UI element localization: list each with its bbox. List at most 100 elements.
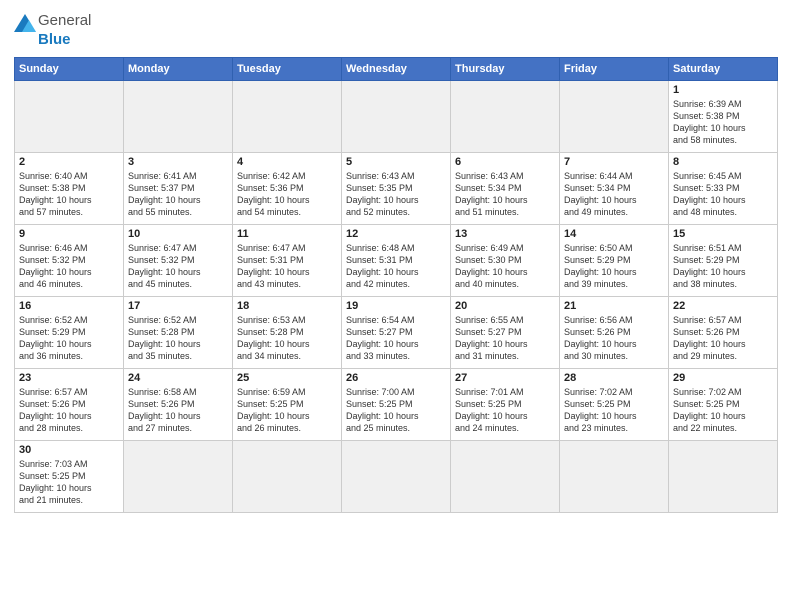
day-cell: 5 Sunrise: 6:43 AM Sunset: 5:35 PM Daylig… xyxy=(342,152,451,224)
day-cell: 16Sunrise: 6:52 AM Sunset: 5:29 PM Dayli… xyxy=(15,296,124,368)
day-info: Sunrise: 7:02 AM Sunset: 5:25 PM Dayligh… xyxy=(673,386,773,435)
day-cell: 2 Sunrise: 6:40 AM Sunset: 5:38 PM Daylig… xyxy=(15,152,124,224)
day-info: Sunrise: 6:42 AM Sunset: 5:36 PM Dayligh… xyxy=(237,170,337,219)
weekday-friday: Friday xyxy=(560,57,669,80)
day-info: Sunrise: 6:39 AM Sunset: 5:38 PM Dayligh… xyxy=(673,98,773,147)
day-number: 1 xyxy=(673,84,773,96)
day-cell: 30Sunrise: 7:03 AM Sunset: 5:25 PM Dayli… xyxy=(15,440,124,512)
header: General Blue xyxy=(14,10,778,49)
day-cell xyxy=(560,80,669,152)
week-row-0: 1 Sunrise: 6:39 AM Sunset: 5:38 PM Daylig… xyxy=(15,80,778,152)
day-cell xyxy=(124,440,233,512)
day-number: 14 xyxy=(564,228,664,240)
day-number: 29 xyxy=(673,372,773,384)
day-cell xyxy=(451,80,560,152)
day-info: Sunrise: 6:47 AM Sunset: 5:32 PM Dayligh… xyxy=(128,242,228,291)
day-number: 19 xyxy=(346,300,446,312)
day-info: Sunrise: 6:47 AM Sunset: 5:31 PM Dayligh… xyxy=(237,242,337,291)
day-cell: 1 Sunrise: 6:39 AM Sunset: 5:38 PM Daylig… xyxy=(669,80,778,152)
day-info: Sunrise: 6:49 AM Sunset: 5:30 PM Dayligh… xyxy=(455,242,555,291)
week-row-3: 16Sunrise: 6:52 AM Sunset: 5:29 PM Dayli… xyxy=(15,296,778,368)
day-cell: 28Sunrise: 7:02 AM Sunset: 5:25 PM Dayli… xyxy=(560,368,669,440)
day-cell xyxy=(451,440,560,512)
week-row-1: 2 Sunrise: 6:40 AM Sunset: 5:38 PM Daylig… xyxy=(15,152,778,224)
day-number: 25 xyxy=(237,372,337,384)
day-cell: 14 Sunrise: 6:50 AM Sunset: 5:29 PM Dayli… xyxy=(560,224,669,296)
day-cell: 13 Sunrise: 6:49 AM Sunset: 5:30 PM Dayli… xyxy=(451,224,560,296)
day-info: Sunrise: 6:48 AM Sunset: 5:31 PM Dayligh… xyxy=(346,242,446,291)
day-number: 7 xyxy=(564,156,664,168)
day-cell: 7 Sunrise: 6:44 AM Sunset: 5:34 PM Daylig… xyxy=(560,152,669,224)
day-cell: 3 Sunrise: 6:41 AM Sunset: 5:37 PM Daylig… xyxy=(124,152,233,224)
day-cell xyxy=(669,440,778,512)
day-cell: 17 Sunrise: 6:52 AM Sunset: 5:28 PM Dayli… xyxy=(124,296,233,368)
day-info: Sunrise: 7:00 AM Sunset: 5:25 PM Dayligh… xyxy=(346,386,446,435)
weekday-saturday: Saturday xyxy=(669,57,778,80)
day-info: Sunrise: 6:44 AM Sunset: 5:34 PM Dayligh… xyxy=(564,170,664,219)
logo-blue-text: Blue xyxy=(38,32,71,49)
day-number: 13 xyxy=(455,228,555,240)
week-row-5: 30Sunrise: 7:03 AM Sunset: 5:25 PM Dayli… xyxy=(15,440,778,512)
day-number: 26 xyxy=(346,372,446,384)
weekday-thursday: Thursday xyxy=(451,57,560,80)
day-info: Sunrise: 6:53 AM Sunset: 5:28 PM Dayligh… xyxy=(237,314,337,363)
day-info: Sunrise: 6:43 AM Sunset: 5:35 PM Dayligh… xyxy=(346,170,446,219)
day-number: 15 xyxy=(673,228,773,240)
day-number: 24 xyxy=(128,372,228,384)
logo-triangle-icon xyxy=(14,10,36,32)
day-cell: 24 Sunrise: 6:58 AM Sunset: 5:26 PM Dayli… xyxy=(124,368,233,440)
day-cell: 21 Sunrise: 6:56 AM Sunset: 5:26 PM Dayli… xyxy=(560,296,669,368)
day-cell: 20 Sunrise: 6:55 AM Sunset: 5:27 PM Dayli… xyxy=(451,296,560,368)
day-info: Sunrise: 6:46 AM Sunset: 5:32 PM Dayligh… xyxy=(19,242,119,291)
day-cell: 18 Sunrise: 6:53 AM Sunset: 5:28 PM Dayli… xyxy=(233,296,342,368)
day-number: 10 xyxy=(128,228,228,240)
day-cell: 26 Sunrise: 7:00 AM Sunset: 5:25 PM Dayli… xyxy=(342,368,451,440)
day-cell xyxy=(342,80,451,152)
day-cell: 22Sunrise: 6:57 AM Sunset: 5:26 PM Dayli… xyxy=(669,296,778,368)
day-info: Sunrise: 6:57 AM Sunset: 5:26 PM Dayligh… xyxy=(673,314,773,363)
day-number: 20 xyxy=(455,300,555,312)
day-number: 17 xyxy=(128,300,228,312)
day-number: 16 xyxy=(19,300,119,312)
day-number: 12 xyxy=(346,228,446,240)
logo-general-text: General xyxy=(38,13,91,30)
day-cell: 15 Sunrise: 6:51 AM Sunset: 5:29 PM Dayli… xyxy=(669,224,778,296)
day-cell: 8Sunrise: 6:45 AM Sunset: 5:33 PM Daylig… xyxy=(669,152,778,224)
day-number: 30 xyxy=(19,444,119,456)
weekday-tuesday: Tuesday xyxy=(233,57,342,80)
day-info: Sunrise: 6:55 AM Sunset: 5:27 PM Dayligh… xyxy=(455,314,555,363)
day-info: Sunrise: 6:40 AM Sunset: 5:38 PM Dayligh… xyxy=(19,170,119,219)
day-number: 21 xyxy=(564,300,664,312)
day-number: 23 xyxy=(19,372,119,384)
day-cell: 29 Sunrise: 7:02 AM Sunset: 5:25 PM Dayli… xyxy=(669,368,778,440)
day-cell: 27Sunrise: 7:01 AM Sunset: 5:25 PM Dayli… xyxy=(451,368,560,440)
day-cell: 6 Sunrise: 6:43 AM Sunset: 5:34 PM Daylig… xyxy=(451,152,560,224)
day-number: 18 xyxy=(237,300,337,312)
day-cell xyxy=(15,80,124,152)
day-number: 2 xyxy=(19,156,119,168)
day-number: 6 xyxy=(455,156,555,168)
day-info: Sunrise: 6:57 AM Sunset: 5:26 PM Dayligh… xyxy=(19,386,119,435)
day-info: Sunrise: 6:50 AM Sunset: 5:29 PM Dayligh… xyxy=(564,242,664,291)
day-info: Sunrise: 6:51 AM Sunset: 5:29 PM Dayligh… xyxy=(673,242,773,291)
day-info: Sunrise: 6:52 AM Sunset: 5:28 PM Dayligh… xyxy=(128,314,228,363)
day-cell: 9 Sunrise: 6:46 AM Sunset: 5:32 PM Daylig… xyxy=(15,224,124,296)
day-cell xyxy=(233,440,342,512)
day-info: Sunrise: 6:54 AM Sunset: 5:27 PM Dayligh… xyxy=(346,314,446,363)
day-cell: 25Sunrise: 6:59 AM Sunset: 5:25 PM Dayli… xyxy=(233,368,342,440)
day-number: 3 xyxy=(128,156,228,168)
day-number: 5 xyxy=(346,156,446,168)
page: General Blue SundayMondayTuesdayWednesda… xyxy=(0,0,792,612)
day-number: 11 xyxy=(237,228,337,240)
day-cell xyxy=(560,440,669,512)
day-cell: 10 Sunrise: 6:47 AM Sunset: 5:32 PM Dayli… xyxy=(124,224,233,296)
day-info: Sunrise: 6:45 AM Sunset: 5:33 PM Dayligh… xyxy=(673,170,773,219)
day-info: Sunrise: 6:56 AM Sunset: 5:26 PM Dayligh… xyxy=(564,314,664,363)
day-cell: 23 Sunrise: 6:57 AM Sunset: 5:26 PM Dayli… xyxy=(15,368,124,440)
day-info: Sunrise: 6:41 AM Sunset: 5:37 PM Dayligh… xyxy=(128,170,228,219)
weekday-monday: Monday xyxy=(124,57,233,80)
day-info: Sunrise: 7:02 AM Sunset: 5:25 PM Dayligh… xyxy=(564,386,664,435)
day-info: Sunrise: 6:43 AM Sunset: 5:34 PM Dayligh… xyxy=(455,170,555,219)
day-number: 9 xyxy=(19,228,119,240)
day-info: Sunrise: 6:58 AM Sunset: 5:26 PM Dayligh… xyxy=(128,386,228,435)
